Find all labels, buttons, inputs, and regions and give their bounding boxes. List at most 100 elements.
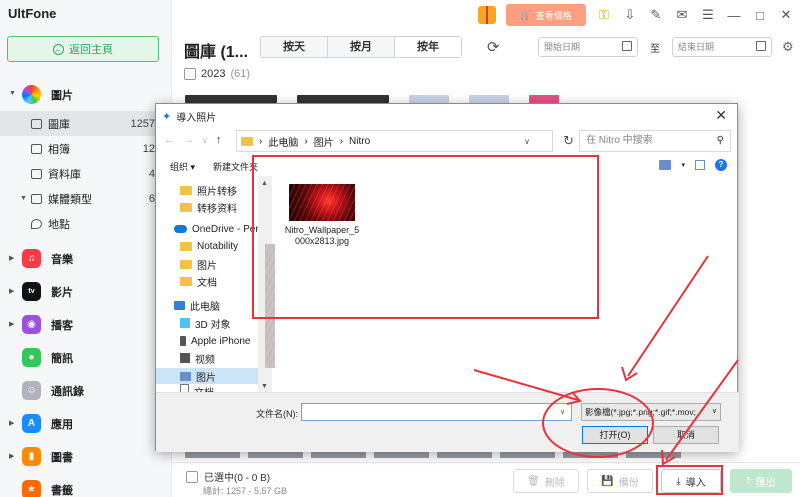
photo-thumbnail[interactable]: [469, 95, 509, 103]
expand-right-icon[interactable]: ▶: [9, 320, 14, 328]
select-all-checkbox[interactable]: [186, 470, 198, 483]
sidebar-item-podcast[interactable]: ▶ ◉ 播客: [0, 308, 172, 341]
tab-by-year[interactable]: 按年: [395, 37, 461, 57]
expand-right-icon[interactable]: ▶: [9, 452, 14, 460]
expand-right-icon[interactable]: ▶: [9, 254, 14, 262]
sidebar-item-apps[interactable]: ▶ A 應用: [0, 407, 172, 440]
3d-cube-icon: [180, 318, 190, 328]
delete-button[interactable]: 🗑 刪除: [513, 469, 579, 493]
sidebar-item-gallery[interactable]: 圖庫 1257: [0, 111, 172, 136]
feedback-icon[interactable]: ✉: [674, 7, 690, 23]
photo-thumbnail[interactable]: [297, 95, 389, 103]
photo-thumbnail[interactable]: [626, 452, 681, 458]
breadcrumb-nitro[interactable]: Nitro: [349, 136, 370, 147]
sidebar-item-books[interactable]: ▶ ▮ 圖書: [0, 440, 172, 473]
help-icon[interactable]: ?: [715, 159, 727, 171]
tree-item-onedrive-pictures[interactable]: 图片: [180, 256, 217, 272]
cancel-button[interactable]: 取消: [653, 426, 719, 444]
tree-item-pictures[interactable]: 图片: [156, 368, 258, 384]
export-button[interactable]: ⤒ 匯出: [730, 469, 792, 493]
breadcrumb-pictures[interactable]: 图片: [314, 134, 334, 149]
expand-down-icon[interactable]: ▼: [9, 90, 16, 97]
backup-button[interactable]: 💾 備份: [587, 469, 653, 493]
tree-item-onedrive-documents[interactable]: 文档: [180, 273, 217, 289]
key-icon[interactable]: ⚿: [596, 7, 612, 23]
chevron-down-icon[interactable]: ▾: [681, 161, 685, 169]
year-select-checkbox[interactable]: [184, 68, 196, 80]
start-date-input[interactable]: 開始日期: [538, 37, 638, 57]
annotation-circle-open: [542, 388, 654, 458]
minimize-icon[interactable]: —: [726, 7, 742, 23]
chevron-down-icon[interactable]: ∨: [524, 137, 530, 146]
sidebar-item-video[interactable]: ▶ tv 影片: [0, 275, 172, 308]
sidebar-item-contacts[interactable]: ☺ 通訊錄: [0, 374, 172, 407]
sidebar-item-location[interactable]: 地點: [0, 211, 172, 236]
recent-dropdown-icon[interactable]: ∨: [202, 134, 208, 148]
photo-thumbnail[interactable]: [374, 452, 429, 458]
up-arrow-icon[interactable]: ↑: [216, 134, 222, 148]
tree-item-label: 图片: [197, 260, 217, 272]
sidebar-item-media-type[interactable]: ▼ 媒體類型 6: [0, 186, 172, 211]
start-date-placeholder: 開始日期: [544, 42, 581, 52]
preview-pane-icon[interactable]: [695, 160, 705, 170]
filename-input[interactable]: [301, 403, 572, 421]
organize-menu[interactable]: 组织 ▾: [170, 160, 195, 173]
tab-by-day[interactable]: 按天: [261, 37, 328, 57]
tree-item-videos[interactable]: 视频: [180, 350, 215, 366]
calendar-icon[interactable]: [756, 41, 766, 51]
sidebar-item-messages[interactable]: ● 簡訊: [0, 341, 172, 374]
tree-item-transfer-data[interactable]: 转移资料: [180, 199, 237, 215]
tree-item-3d-objects[interactable]: 3D 对象: [180, 315, 231, 331]
end-date-input[interactable]: 結束日期: [672, 37, 772, 57]
photo-thumbnail[interactable]: [185, 95, 277, 103]
edit-icon[interactable]: ✎: [648, 7, 664, 23]
photo-thumbnail[interactable]: [248, 452, 303, 458]
tree-item-this-pc[interactable]: 此电脑: [174, 297, 220, 313]
sidebar-item-photos[interactable]: ▼ 圖片: [0, 78, 172, 111]
export-label: 匯出: [755, 477, 776, 489]
forward-icon[interactable]: →: [183, 134, 194, 148]
menu-icon[interactable]: ☰: [700, 7, 716, 23]
home-button[interactable]: ← 返回主頁: [7, 36, 159, 62]
tree-item-photo-transfer[interactable]: 照片转移: [180, 182, 237, 198]
gift-icon[interactable]: [478, 6, 496, 24]
close-window-icon[interactable]: ✕: [778, 7, 794, 23]
settings-gear-icon[interactable]: ⚙: [782, 39, 794, 55]
breadcrumb-this-pc[interactable]: 此电脑: [268, 134, 298, 149]
photo-thumbnail[interactable]: [185, 452, 240, 458]
sidebar-item-label: 相簿: [48, 143, 70, 156]
expand-right-icon[interactable]: ▶: [9, 287, 14, 295]
close-icon[interactable]: ✕: [715, 107, 727, 124]
sidebar-item-label: 應用: [51, 418, 73, 431]
expand-down-icon[interactable]: ▼: [20, 195, 27, 202]
chevron-down-icon: ∨: [711, 408, 717, 415]
sidebar-item-album[interactable]: 相簿 12: [0, 136, 172, 161]
photo-thumbnail[interactable]: [409, 95, 449, 103]
sidebar-item-label: 音樂: [51, 253, 73, 266]
sidebar-item-bookmarks[interactable]: ★ 書籤: [0, 473, 172, 497]
photo-thumbnail[interactable]: [529, 95, 559, 103]
tab-by-month[interactable]: 按月: [328, 37, 395, 57]
sidebar-item-music[interactable]: ▶ ♫ 音樂: [0, 242, 172, 275]
brand-logo: UltFone: [8, 6, 57, 21]
search-icon[interactable]: ⚲: [717, 131, 724, 151]
photo-thumbnail[interactable]: [311, 452, 366, 458]
refresh-icon[interactable]: ⟳: [487, 38, 500, 56]
sidebar-item-database[interactable]: 資料庫 4: [0, 161, 172, 186]
expand-right-icon[interactable]: ▶: [9, 419, 14, 427]
search-input[interactable]: 在 Nitro 中搜索 ⚲: [579, 130, 731, 152]
onedrive-icon: [174, 225, 187, 233]
view-mode-icon[interactable]: [659, 160, 672, 170]
view-price-button[interactable]: 🛒 查看價格: [506, 4, 586, 26]
refresh-icon[interactable]: ↻: [563, 133, 574, 149]
scroll-down-icon[interactable]: ▼: [261, 383, 268, 390]
photo-thumbnail[interactable]: [437, 452, 492, 458]
photo-thumbnail[interactable]: [500, 452, 555, 458]
maximize-icon[interactable]: □: [752, 7, 768, 23]
calendar-icon[interactable]: [622, 41, 632, 51]
download-icon[interactable]: ⇩: [622, 7, 638, 23]
tree-item-apple-iphone[interactable]: Apple iPhone: [180, 333, 251, 349]
tree-item-notability[interactable]: Notability: [180, 238, 238, 254]
back-icon[interactable]: ←: [164, 134, 175, 148]
address-bar[interactable]: › 此电脑 › 图片 › Nitro ∨ ↻: [236, 130, 574, 152]
